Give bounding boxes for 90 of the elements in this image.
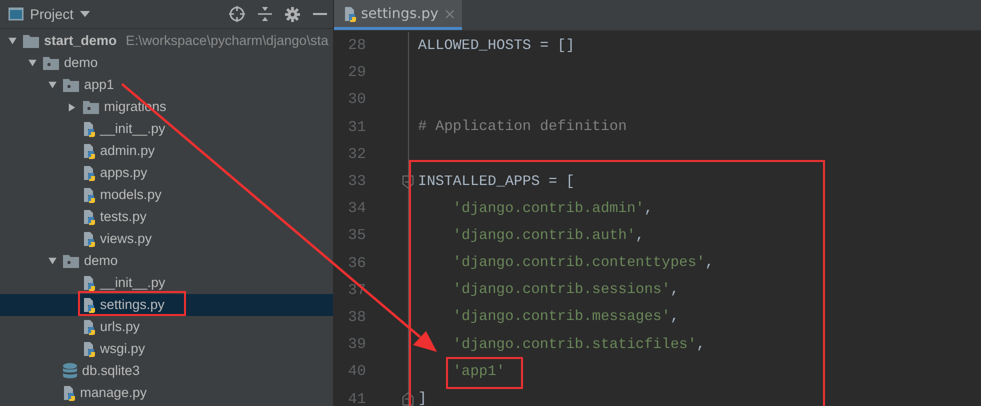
python-file-icon [83, 121, 95, 137]
tree-item[interactable]: __init__.py [0, 272, 333, 294]
expanded-arrow-icon[interactable] [26, 59, 38, 67]
tree-item[interactable]: models.py [0, 184, 333, 206]
line-number: 35 [346, 227, 366, 244]
file-name: __init__.py [100, 121, 166, 137]
code-line: 'django.contrib.messages', [452, 308, 680, 326]
fold-marker-icon[interactable] [402, 392, 414, 406]
line-number: 31 [346, 118, 366, 136]
code-line: # Application definition [418, 118, 627, 136]
tree-item[interactable]: manage.py [0, 382, 333, 404]
expanded-arrow-icon[interactable] [6, 37, 18, 45]
file-name: wsgi.py [100, 341, 146, 357]
code-line: 'django.contrib.admin', [452, 200, 653, 218]
tree-item[interactable]: demo [0, 52, 333, 74]
tree-item[interactable]: wsgi.py [0, 338, 333, 360]
code-line: 'django.contrib.sessions', [452, 281, 680, 300]
code-line: 'app1' [452, 362, 506, 381]
panel-icon [8, 7, 24, 21]
python-file-icon [83, 341, 95, 357]
file-name: tests.py [100, 209, 147, 225]
code-line: 'django.contrib.auth', [452, 226, 644, 245]
file-name: demo [64, 55, 98, 71]
line-number: 36 [346, 254, 366, 272]
tree-item[interactable]: urls.py [0, 316, 333, 338]
folder-icon [43, 56, 59, 70]
folder-icon [83, 100, 99, 114]
line-number: 40 [346, 363, 366, 380]
settings-icon[interactable] [285, 6, 300, 22]
code-line: 'django.contrib.staticfiles', [452, 336, 706, 354]
collapse-all-icon[interactable] [258, 7, 272, 21]
folder-icon [63, 254, 79, 268]
file-name: manage.py [80, 385, 147, 401]
line-number: 33 [346, 173, 366, 190]
python-file-icon [344, 6, 356, 22]
collapsed-arrow-icon[interactable] [68, 102, 76, 112]
tree-item[interactable]: __init__.py [0, 118, 333, 140]
file-name: models.py [100, 187, 162, 203]
dropdown-caret-icon[interactable] [80, 11, 90, 17]
python-file-icon [83, 231, 95, 247]
line-number: 34 [346, 200, 366, 218]
line-number: 32 [346, 146, 366, 163]
project-path: E:\workspace\pycharm\django\sta [126, 33, 328, 49]
folder-icon [63, 78, 79, 92]
tree-item[interactable]: db.sqlite3 [0, 360, 333, 382]
folder-icon [23, 34, 39, 48]
python-file-icon [83, 297, 95, 313]
line-number: 41 [346, 390, 366, 406]
tab-label: settings.py [361, 6, 438, 22]
tree-item[interactable]: app1 [0, 74, 333, 96]
line-number: 39 [346, 336, 366, 354]
fold-marker-icon[interactable] [402, 174, 414, 189]
file-name: demo [84, 253, 118, 269]
python-file-icon [83, 165, 95, 181]
python-file-icon [83, 187, 95, 203]
python-file-icon [63, 385, 75, 401]
python-file-icon [83, 209, 95, 225]
expanded-arrow-icon[interactable] [46, 81, 58, 89]
panel-title[interactable]: Project [30, 6, 74, 22]
tree-item[interactable]: apps.py [0, 162, 333, 184]
python-file-icon [83, 319, 95, 335]
line-number: 38 [346, 308, 366, 326]
tree-item[interactable]: admin.py [0, 140, 333, 162]
code-line: ] [418, 390, 427, 406]
crosshair-icon[interactable] [229, 6, 245, 22]
line-number: 30 [346, 91, 366, 108]
code-line: 'django.contrib.contenttypes', [452, 254, 714, 272]
file-name: app1 [84, 77, 114, 93]
editor-tab[interactable]: settings.py × [334, 0, 462, 30]
tree-item[interactable]: start_demo E:\workspace\pycharm\django\sta [0, 30, 333, 52]
file-name: db.sqlite3 [82, 363, 140, 379]
file-name: start_demo [44, 33, 117, 49]
line-number: 29 [346, 64, 366, 82]
tree-item[interactable]: views.py [0, 228, 333, 250]
file-name: urls.py [100, 319, 140, 335]
tree-item[interactable]: demo [0, 250, 333, 272]
file-name: apps.py [100, 165, 148, 181]
file-name: settings.py [100, 297, 165, 313]
file-name: admin.py [100, 143, 155, 159]
expanded-arrow-icon[interactable] [46, 257, 58, 265]
database-icon [63, 363, 77, 379]
code-line: INSTALLED_APPS = [ [418, 172, 575, 191]
code-line: ALLOWED_HOSTS = [] [418, 36, 575, 55]
tree-item[interactable]: settings.py [0, 294, 333, 316]
line-number: 28 [346, 37, 366, 54]
file-name: __init__.py [100, 275, 166, 291]
file-name: views.py [100, 231, 152, 247]
python-file-icon [83, 143, 95, 159]
python-file-icon [83, 275, 95, 291]
tree-item[interactable]: tests.py [0, 206, 333, 228]
